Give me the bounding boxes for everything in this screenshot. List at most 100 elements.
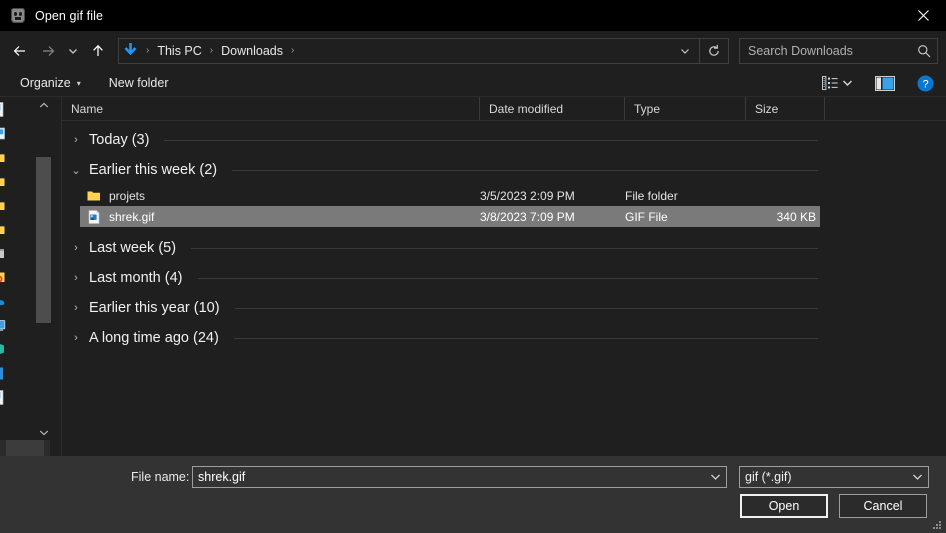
table-row[interactable]: shrek.gif 3/8/2023 7:09 PM GIF File 340 …	[80, 206, 820, 227]
open-button[interactable]: Open	[740, 494, 828, 518]
window-title: Open gif file	[35, 8, 104, 23]
group-divider	[164, 139, 818, 141]
onedrive-cloud-icon	[0, 293, 7, 310]
chevron-down-icon: ⌄	[71, 164, 81, 177]
group-header-earlier-this-year[interactable]: › Earlier this year (10)	[62, 293, 946, 323]
preview-pane-button[interactable]	[871, 72, 899, 94]
file-type-dropdown-button[interactable]	[906, 473, 928, 481]
scrollbar-thumb[interactable]	[36, 157, 51, 323]
organize-button[interactable]: Organize ▾	[14, 72, 87, 94]
table-row[interactable]: projets 3/5/2023 2:09 PM File folder	[80, 185, 820, 206]
folder-icon	[0, 173, 7, 190]
group-label: Earlier this year (10)	[89, 300, 220, 316]
column-label-type: Type	[634, 101, 661, 116]
group-header-earlier-this-week[interactable]: ⌄ Earlier this week (2)	[62, 155, 946, 185]
cancel-button[interactable]: Cancel	[839, 494, 927, 518]
resize-grip[interactable]	[931, 519, 943, 531]
file-name-combobox[interactable]	[192, 466, 727, 488]
chevron-down-icon	[912, 474, 922, 480]
group-label: A long time ago (24)	[89, 330, 219, 346]
address-dropdown-button[interactable]	[671, 39, 699, 63]
group-header-a-long-time-ago[interactable]: › A long time ago (24)	[62, 323, 946, 353]
breadcrumb-separator-0: ›	[146, 45, 150, 56]
group-header-last-month[interactable]: › Last month (4)	[62, 263, 946, 293]
up-button[interactable]	[84, 36, 112, 66]
column-headers: Name ⌃ Date modified Type Size	[62, 97, 946, 121]
breadcrumb-separator-1[interactable]: ›	[205, 45, 218, 56]
hscrollbar-thumb[interactable]	[6, 440, 44, 456]
recent-locations-button[interactable]	[62, 36, 84, 66]
downloads-arrow-icon	[119, 43, 141, 58]
group-header-last-week[interactable]: › Last week (5)	[62, 233, 946, 263]
chevron-right-icon: ›	[74, 272, 78, 284]
breadcrumb-downloads[interactable]: Downloads	[218, 44, 286, 58]
group-divider	[191, 247, 818, 249]
cell-size: 340 KB	[776, 209, 816, 224]
folder-icon	[0, 221, 7, 238]
breadcrumb-separator-2[interactable]: ›	[286, 45, 299, 56]
navigation-pane-scrollbar[interactable]	[36, 97, 51, 440]
search-input[interactable]	[748, 43, 917, 58]
file-name-label: File name:	[131, 470, 190, 484]
group-divider	[197, 277, 818, 279]
back-button[interactable]	[6, 36, 34, 66]
forward-button[interactable]	[34, 36, 62, 66]
group-divider	[233, 337, 818, 339]
help-icon: ?	[917, 75, 934, 91]
scroll-up-button[interactable]	[36, 97, 51, 113]
network-icon	[0, 341, 7, 358]
column-header-size[interactable]: Size	[746, 97, 825, 120]
cell-name: shrek.gif	[80, 209, 480, 225]
this-pc-icon	[0, 317, 7, 334]
chevron-right-icon: ›	[74, 242, 78, 254]
svg-text:?: ?	[922, 78, 928, 90]
chevron-down-icon: ▾	[76, 78, 81, 88]
column-header-filler	[825, 97, 946, 120]
chevron-down-icon	[681, 48, 689, 54]
chevron-right-icon: ›	[74, 134, 78, 146]
view-options-button[interactable]	[818, 72, 857, 94]
group-header-today[interactable]: › Today (3)	[62, 125, 946, 155]
refresh-button[interactable]	[700, 39, 728, 63]
archive-icon	[0, 245, 7, 262]
navigation-pane[interactable]	[0, 97, 62, 456]
chevron-up-icon	[39, 102, 48, 107]
scroll-down-button[interactable]	[36, 424, 51, 440]
file-type-filter-value: gif (*.gif)	[745, 470, 792, 484]
breadcrumb-this-pc[interactable]: This PC	[154, 44, 204, 58]
chevron-down-icon	[39, 430, 48, 435]
file-list: Name ⌃ Date modified Type Size › Today (…	[62, 97, 946, 456]
gif-file-icon	[86, 209, 102, 225]
folder-special-icon	[0, 269, 7, 286]
cell-name: projets	[80, 188, 480, 204]
navigation-pane-hscrollbar[interactable]	[0, 440, 50, 456]
group-label: Today (3)	[89, 132, 150, 148]
cell-date-modified: 3/5/2023 2:09 PM	[480, 188, 575, 203]
file-type-filter-combobox[interactable]: gif (*.gif)	[739, 466, 929, 488]
document-icon	[0, 101, 7, 118]
close-button[interactable]	[900, 0, 946, 31]
address-bar[interactable]: › This PC › Downloads ›	[118, 37, 729, 64]
command-bar: Organize ▾ New folder ?	[0, 70, 946, 97]
column-header-name[interactable]: Name ⌃	[62, 97, 480, 120]
sort-ascending-icon: ⌃	[274, 97, 283, 104]
title-bar: Open gif file	[0, 0, 946, 31]
app-cube-icon	[10, 7, 26, 24]
search-icon[interactable]	[917, 44, 931, 58]
scrollbar-track[interactable]	[36, 113, 51, 424]
list-view-icon	[822, 76, 838, 90]
search-box[interactable]	[739, 37, 938, 64]
folder-icon	[86, 188, 102, 204]
file-name-dropdown-button[interactable]	[704, 473, 726, 481]
column-header-type[interactable]: Type	[625, 97, 746, 120]
group-label: Last month (4)	[89, 270, 183, 286]
recent-locations-chevron-icon	[69, 48, 77, 54]
help-button[interactable]: ?	[913, 72, 938, 94]
file-name-input[interactable]	[193, 470, 704, 484]
group-divider	[234, 307, 818, 309]
column-header-date-modified[interactable]: Date modified	[480, 97, 625, 120]
cell-type: GIF File	[625, 209, 668, 224]
new-folder-button[interactable]: New folder	[103, 72, 175, 94]
drive-icon	[0, 365, 7, 382]
navigation-bar: › This PC › Downloads ›	[0, 31, 946, 70]
